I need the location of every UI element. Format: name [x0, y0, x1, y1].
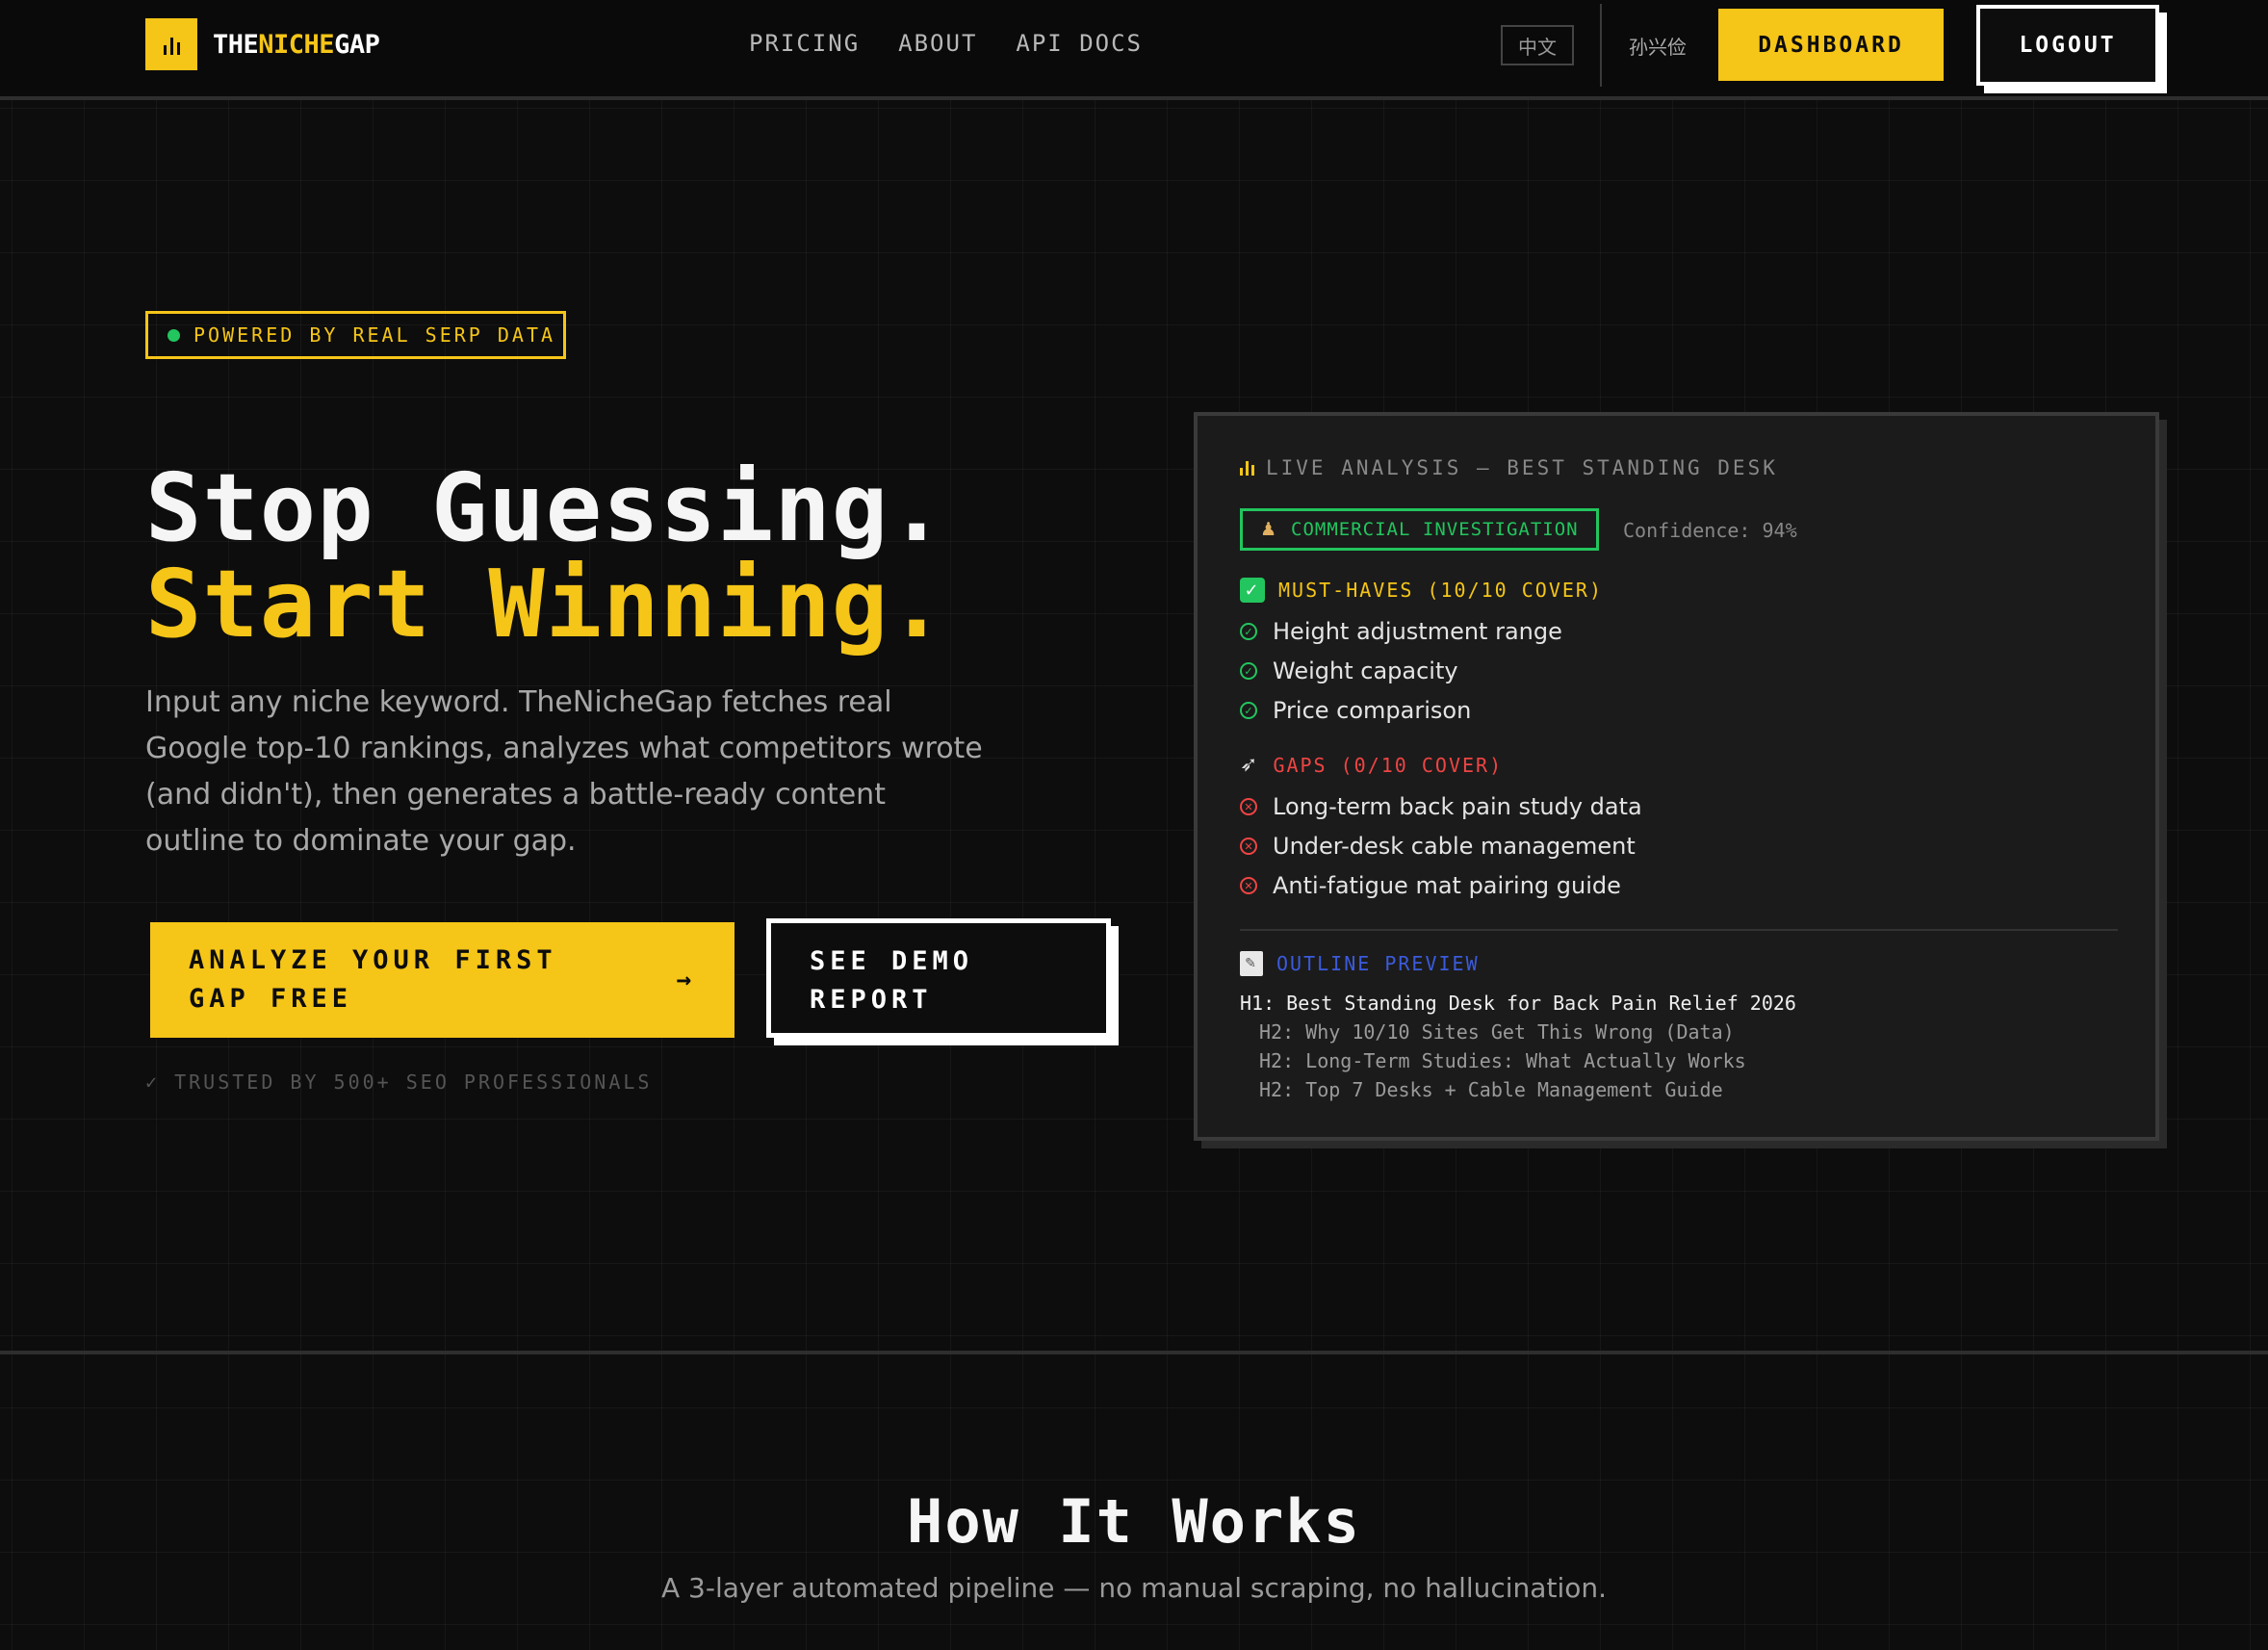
logo[interactable]: THENICHEGAP [145, 18, 380, 70]
powered-by-badge: POWERED BY REAL SERP DATA [145, 311, 566, 359]
x-circle-icon: ✕ [1240, 798, 1257, 815]
intent-label: COMMERCIAL INVESTIGATION [1291, 519, 1579, 540]
hero-title-line1: Stop Guessing. [145, 453, 946, 562]
status-dot-icon [168, 328, 180, 342]
nav-link-api-docs[interactable]: API DOCS [1016, 30, 1143, 57]
card-divider [1240, 929, 2118, 931]
language-toggle-button[interactable]: 中文 [1501, 25, 1574, 65]
section-divider [0, 1351, 2268, 1354]
list-item: ✕ Long-term back pain study data [1240, 793, 1642, 820]
list-item: ✓ Height adjustment range [1240, 618, 1562, 645]
analyze-first-gap-button[interactable]: ANALYZE YOUR FIRST GAP FREE → [150, 922, 735, 1038]
nav-divider [1600, 4, 1602, 87]
list-item: ✓ Price comparison [1240, 697, 1471, 724]
outline-h2: H2: Long-Term Studies: What Actually Wor… [1259, 1049, 1746, 1072]
outline-title: ✎ OUTLINE PREVIEW [1240, 951, 1480, 976]
gaps-label: GAPS (0/10 COVER) [1273, 753, 1504, 777]
how-it-works-title: How It Works [907, 1486, 1361, 1557]
see-demo-report-button[interactable]: SEE DEMO REPORT [766, 918, 1111, 1038]
logo-text: THENICHEGAP [213, 29, 380, 60]
memo-icon: ✎ [1240, 951, 1263, 976]
dashboard-button[interactable]: DASHBOARD [1718, 9, 1944, 81]
card-header-label: LIVE ANALYSIS — BEST STANDING DESK [1266, 456, 1778, 479]
list-item: ✕ Under-desk cable management [1240, 833, 1636, 860]
nav-link-about[interactable]: ABOUT [898, 30, 977, 57]
x-circle-icon: ✕ [1240, 877, 1257, 894]
cta-primary-label: ANALYZE YOUR FIRST GAP FREE [189, 945, 557, 1014]
bar-chart-icon [1240, 460, 1254, 476]
must-have-label: Height adjustment range [1273, 618, 1562, 645]
how-it-works-subtitle: A 3-layer automated pipeline — no manual… [661, 1572, 1607, 1604]
hero-title: Stop Guessing. Start Winning. [145, 460, 946, 653]
outline-h1: H1: Best Standing Desk for Back Pain Rel… [1240, 992, 1796, 1015]
intent-badge: ♟ COMMERCIAL INVESTIGATION [1240, 508, 1599, 551]
must-have-label: Weight capacity [1273, 657, 1458, 684]
confidence-score: Confidence: 94% [1623, 519, 1797, 542]
arrow-right-icon: → [676, 966, 696, 994]
card-header: LIVE ANALYSIS — BEST STANDING DESK [1240, 456, 1778, 479]
nav-links: PRICING ABOUT API DOCS [749, 30, 1143, 57]
must-haves-label: MUST-HAVES (10/10 COVER) [1278, 579, 1603, 602]
gap-label: Under-desk cable management [1273, 833, 1636, 860]
hero-title-line2: Start Winning. [145, 550, 946, 658]
must-have-label: Price comparison [1273, 697, 1472, 724]
check-circle-icon: ✓ [1240, 662, 1257, 680]
gap-label: Anti-fatigue mat pairing guide [1273, 872, 1621, 899]
list-item: ✕ Anti-fatigue mat pairing guide [1240, 872, 1621, 899]
hero-description: Input any niche keyword. TheNicheGap fet… [145, 685, 983, 858]
outline-label: OUTLINE PREVIEW [1276, 952, 1480, 975]
badge-label: POWERED BY REAL SERP DATA [193, 323, 556, 347]
live-analysis-card: LIVE ANALYSIS — BEST STANDING DESK ♟ COM… [1194, 412, 2159, 1141]
top-nav: THENICHEGAP PRICING ABOUT API DOCS 中文 孙兴… [0, 0, 2268, 100]
logout-button[interactable]: LOGOUT [1976, 5, 2159, 86]
detective-icon: ♟ [1260, 519, 1278, 540]
bar-chart-icon [145, 18, 197, 70]
check-circle-icon: ✓ [1240, 702, 1257, 719]
username: 孙兴俭 [1629, 36, 1687, 59]
outline-h2: H2: Why 10/10 Sites Get This Wrong (Data… [1259, 1020, 1735, 1044]
gaps-title: ➶ GAPS (0/10 COVER) [1240, 753, 1503, 777]
outline-h2: H2: Top 7 Desks + Cable Management Guide [1259, 1078, 1723, 1101]
trusted-by-text: ✓ TRUSTED BY 500+ SEO PROFESSIONALS [145, 1070, 653, 1094]
check-circle-icon: ✓ [1240, 623, 1257, 640]
must-haves-title: ✓ MUST-HAVES (10/10 COVER) [1240, 578, 1603, 603]
check-mark-icon: ✓ [1240, 578, 1265, 603]
x-circle-icon: ✕ [1240, 838, 1257, 855]
nav-link-pricing[interactable]: PRICING [749, 30, 860, 57]
gap-label: Long-term back pain study data [1273, 793, 1642, 820]
rocket-icon: ➶ [1240, 753, 1260, 777]
list-item: ✓ Weight capacity [1240, 657, 1458, 684]
